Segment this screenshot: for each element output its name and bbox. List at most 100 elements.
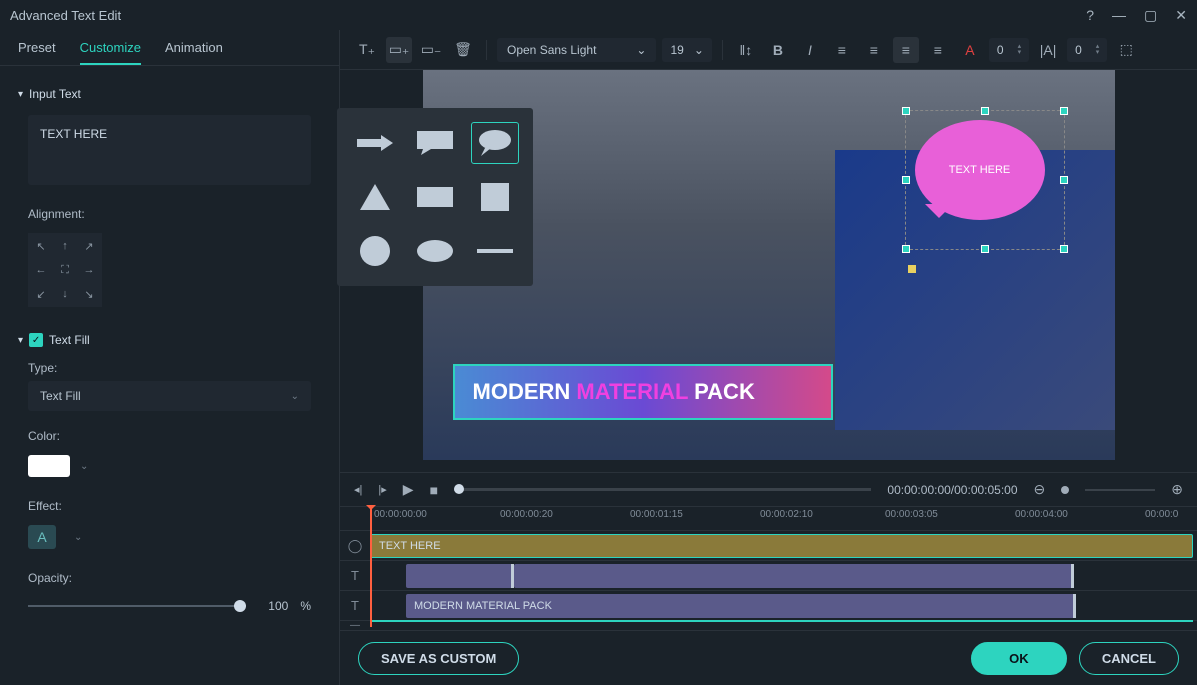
color-label: Color: (0, 425, 339, 447)
scrubber-thumb[interactable] (454, 484, 464, 494)
type-select[interactable]: Text Fill ⌄ (28, 381, 311, 411)
shape-speech-rect[interactable] (411, 122, 459, 164)
align-left-icon[interactable]: ≡ (829, 37, 855, 63)
tab-animation[interactable]: Animation (165, 40, 223, 65)
opacity-slider-thumb[interactable] (234, 600, 246, 612)
shape-arrow[interactable] (351, 122, 399, 164)
input-text-area[interactable]: TEXT HERE (28, 115, 311, 185)
shape-triangle[interactable] (351, 176, 399, 218)
opacity-slider[interactable] (28, 605, 246, 607)
ruler-mark: 00:00:02:10 (760, 509, 813, 520)
add-shape-icon[interactable]: ▭₊ (386, 37, 412, 63)
align-tl[interactable]: ↖ (30, 235, 52, 257)
font-size-select[interactable]: 19 ⌄ (662, 38, 711, 62)
shape-rectangle[interactable] (411, 176, 459, 218)
help-icon[interactable]: ? (1086, 7, 1094, 23)
clip-text-2[interactable]: MODERN MATERIAL PACK (406, 594, 1076, 618)
ruler-mark: 00:00:0 (1145, 509, 1178, 520)
alignment-label: Alignment: (0, 203, 339, 225)
align-bc[interactable]: ↓ (54, 283, 76, 305)
input-text-section[interactable]: ▾ Input Text (0, 81, 339, 107)
shape-line[interactable] (471, 230, 519, 272)
banner-text-pack: PACK (688, 379, 755, 404)
zoom-out-button[interactable]: ⊖ (1034, 481, 1046, 498)
shape-track-icon[interactable]: ◯ (340, 538, 370, 554)
text-fill-checkbox[interactable]: ✓ (29, 333, 43, 347)
effect-dropdown[interactable]: ⌄ (68, 528, 88, 547)
text-fill-section[interactable]: ▾ ✓ Text Fill (0, 327, 339, 353)
tab-preset[interactable]: Preset (18, 40, 56, 65)
minimize-icon[interactable]: — (1112, 7, 1126, 23)
zoom-slider-thumb[interactable] (1061, 486, 1069, 494)
clip-text-1[interactable] (406, 564, 514, 588)
chevron-down-icon: ⌄ (291, 391, 299, 402)
shape-square[interactable] (471, 176, 519, 218)
text-toolbar: T₊ ▭₊ ▭₋ 🗑 Open Sans Light ⌄ 19 ⌄ ‖↕ B I… (340, 30, 1197, 70)
opacity-value: 100 (258, 599, 288, 613)
align-center-icon[interactable]: ≡ (861, 37, 887, 63)
char-spacing-input[interactable]: 0 ▴▾ (989, 38, 1029, 62)
close-icon[interactable]: ✕ (1175, 7, 1187, 24)
save-as-custom-button[interactable]: SAVE AS CUSTOM (358, 642, 519, 675)
letter-spacing-icon[interactable]: |A| (1035, 37, 1061, 63)
align-center[interactable]: ⛶ (54, 259, 76, 281)
maximize-icon[interactable]: ▢ (1144, 7, 1157, 24)
shape-ellipse[interactable] (411, 230, 459, 272)
play-button[interactable]: ▶ (403, 481, 414, 498)
line-height-icon[interactable]: ‖↕ (733, 37, 759, 63)
add-text-icon[interactable]: T₊ (354, 37, 380, 63)
bold-icon[interactable]: B (765, 37, 791, 63)
layers-icon[interactable]: ⬚ (1113, 37, 1139, 63)
align-bl[interactable]: ↙ (30, 283, 52, 305)
clip-shape[interactable]: TEXT HERE (370, 534, 1193, 558)
shape-speech-oval[interactable] (471, 122, 519, 164)
playhead[interactable] (370, 507, 372, 627)
speech-bubble[interactable]: TEXT HERE (915, 120, 1055, 240)
next-frame-button[interactable]: |▸ (378, 483, 386, 496)
zoom-slider[interactable] (1085, 489, 1155, 491)
canvas[interactable]: TEXT HERE MODERN MATERIAL PACK (423, 70, 1115, 460)
align-right-icon[interactable]: ≡ (893, 37, 919, 63)
align-tc[interactable]: ↑ (54, 235, 76, 257)
align-justify-icon[interactable]: ≡ (925, 37, 951, 63)
ruler-mark: 00:00:00:00 (374, 509, 427, 520)
track-1: ◯ TEXT HERE (340, 531, 1197, 561)
stop-button[interactable]: ■ (430, 482, 438, 498)
timecode: 00:00:00:00/00:00:05:00 (887, 483, 1017, 497)
track-2: T (340, 561, 1197, 591)
align-ml[interactable]: ← (30, 259, 52, 281)
delete-icon[interactable]: 🗑 (450, 37, 476, 63)
title-banner[interactable]: MODERN MATERIAL PACK (453, 364, 833, 420)
align-tr[interactable]: ↗ (78, 235, 100, 257)
remove-shape-icon[interactable]: ▭₋ (418, 37, 444, 63)
cancel-button[interactable]: CANCEL (1079, 642, 1179, 675)
ruler-mark: 00:00:01:15 (630, 509, 683, 520)
window-title: Advanced Text Edit (10, 8, 1086, 23)
ok-button[interactable]: OK (971, 642, 1067, 675)
font-select[interactable]: Open Sans Light ⌄ (497, 38, 656, 62)
line-spacing-input[interactable]: 0 ▴▾ (1067, 38, 1107, 62)
align-br[interactable]: ↘ (78, 283, 100, 305)
shape-circle[interactable] (351, 230, 399, 272)
opacity-label: Opacity: (0, 567, 339, 589)
clip-text-1b[interactable] (514, 564, 1074, 588)
text-track-icon[interactable]: T (340, 598, 370, 613)
scrubber[interactable] (454, 488, 871, 491)
effect-preview[interactable]: A (28, 525, 56, 549)
effect-label: Effect: (0, 495, 339, 517)
zoom-in-button[interactable]: ⊕ (1171, 481, 1183, 498)
track-minus-icon[interactable]: — (340, 620, 370, 631)
text-track-icon[interactable]: T (340, 568, 370, 583)
text-color-icon[interactable]: A (957, 37, 983, 63)
tab-customize[interactable]: Customize (80, 40, 141, 65)
chevron-down-icon: ⌄ (694, 43, 704, 57)
opacity-percent: % (300, 599, 311, 613)
timeline-ruler[interactable]: 00:00:00:00 00:00:00:20 00:00:01:15 00:0… (340, 507, 1197, 531)
color-dropdown[interactable]: ⌄ (74, 457, 94, 476)
shape-picker (337, 108, 533, 286)
type-value: Text Fill (40, 389, 81, 403)
prev-frame-button[interactable]: ◂| (354, 483, 362, 496)
italic-icon[interactable]: I (797, 37, 823, 63)
align-mr[interactable]: → (78, 259, 100, 281)
color-swatch[interactable] (28, 455, 70, 477)
